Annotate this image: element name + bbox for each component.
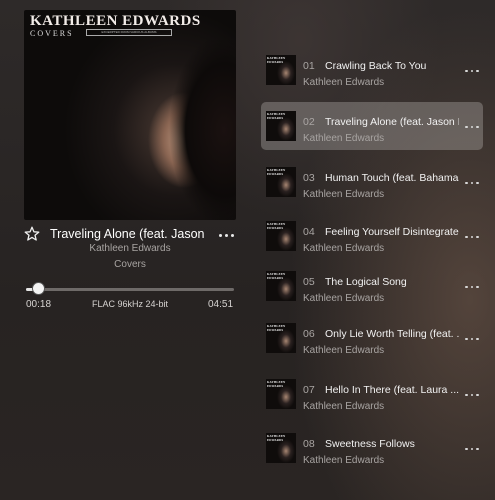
track-row[interactable]: KATHLEEN EDWARDS 04 Feeling Yourself Disin… <box>261 212 483 260</box>
track-artist: Kathleen Edwards <box>303 77 385 88</box>
track-artist: Kathleen Edwards <box>303 243 385 254</box>
artwork-artist-title: KATHLEEN EDWARDS <box>30 13 201 29</box>
track-title: Human Touch (feat. Bahamas) <box>325 172 459 184</box>
track-number: 06 <box>303 328 315 340</box>
track-artist: Kathleen Edwards <box>303 455 385 466</box>
audio-format: FLAC 96kHz 24-bit <box>91 299 169 309</box>
artwork-banner: EXCERPTED FROM VARIOUS ALBUMS <box>86 29 172 36</box>
track-thumbnail: KATHLEEN EDWARDS <box>266 167 296 197</box>
track-thumbnail: KATHLEEN EDWARDS <box>266 271 296 301</box>
track-number: 07 <box>303 384 315 396</box>
track-row[interactable]: KATHLEEN EDWARDS 06 Only Lie Worth Telling… <box>261 314 483 362</box>
track-number: 03 <box>303 172 315 184</box>
track-more-icon[interactable] <box>462 66 482 76</box>
track-title: The Logical Song <box>325 276 407 288</box>
track-thumbnail: KATHLEEN EDWARDS <box>266 379 296 409</box>
track-more-icon[interactable] <box>462 122 482 132</box>
track-title: Hello In There (feat. Laura ...) <box>325 384 459 396</box>
thumbnail-text: KATHLEEN EDWARDS <box>267 222 286 230</box>
track-thumbnail: KATHLEEN EDWARDS <box>266 55 296 85</box>
track-more-icon[interactable] <box>462 282 482 292</box>
track-thumbnail: KATHLEEN EDWARDS <box>266 111 296 141</box>
now-playing-album[interactable]: Covers <box>24 259 236 270</box>
track-more-icon[interactable] <box>462 390 482 400</box>
track-row[interactable]: KATHLEEN EDWARDS 07 Hello In There (feat. … <box>261 370 483 418</box>
now-playing-artist[interactable]: Kathleen Edwards <box>24 243 236 254</box>
track-row[interactable]: KATHLEEN EDWARDS 03 Human Touch (feat. Bah… <box>261 158 483 206</box>
now-playing-more-icon[interactable] <box>216 228 236 242</box>
track-artist: Kathleen Edwards <box>303 345 385 356</box>
artwork-subtitle: COVERS <box>30 29 74 38</box>
track-thumbnail: KATHLEEN EDWARDS <box>266 433 296 463</box>
track-number: 01 <box>303 60 315 72</box>
track-row[interactable]: KATHLEEN EDWARDS 08 Sweetness Follows Kathl… <box>261 424 483 472</box>
track-artist: Kathleen Edwards <box>303 401 385 412</box>
thumbnail-text: KATHLEEN EDWARDS <box>267 380 286 388</box>
track-number: 02 <box>303 116 315 128</box>
track-row[interactable]: KATHLEEN EDWARDS 02 Traveling Alone (feat.… <box>261 102 483 150</box>
now-playing-title: Traveling Alone (feat. Jason Isbell) <box>50 227 208 241</box>
track-title: Only Lie Worth Telling (feat. ...) <box>325 328 459 340</box>
thumbnail-text: KATHLEEN EDWARDS <box>267 112 286 120</box>
track-artist: Kathleen Edwards <box>303 293 385 304</box>
track-title: Feeling Yourself Disintegrate <box>325 226 459 238</box>
track-more-icon[interactable] <box>462 334 482 344</box>
thumbnail-text: KATHLEEN EDWARDS <box>267 56 286 64</box>
track-more-icon[interactable] <box>462 444 482 454</box>
artwork-shadow <box>154 40 236 220</box>
thumbnail-text: KATHLEEN EDWARDS <box>267 168 286 176</box>
favorite-star-icon[interactable] <box>24 226 40 242</box>
track-thumbnail: KATHLEEN EDWARDS <box>266 221 296 251</box>
track-more-icon[interactable] <box>462 178 482 188</box>
track-title: Sweetness Follows <box>325 438 415 450</box>
track-thumbnail: KATHLEEN EDWARDS <box>266 323 296 353</box>
progress-bar[interactable] <box>26 288 234 291</box>
total-time: 04:51 <box>208 299 234 310</box>
thumbnail-text: KATHLEEN EDWARDS <box>267 324 286 332</box>
album-artwork[interactable]: KATHLEEN EDWARDS COVERS EXCERPTED FROM V… <box>24 10 236 220</box>
track-more-icon[interactable] <box>462 232 482 242</box>
track-row[interactable]: KATHLEEN EDWARDS 01 Crawling Back To You Ka… <box>261 46 483 94</box>
track-title: Crawling Back To You <box>325 60 427 72</box>
track-artist: Kathleen Edwards <box>303 133 385 144</box>
track-row[interactable]: KATHLEEN EDWARDS 05 The Logical Song Kathle… <box>261 262 483 310</box>
track-number: 08 <box>303 438 315 450</box>
track-number: 04 <box>303 226 315 238</box>
track-title: Traveling Alone (feat. Jason Isbell) <box>325 116 459 128</box>
thumbnail-text: KATHLEEN EDWARDS <box>267 272 286 280</box>
thumbnail-text: KATHLEEN EDWARDS <box>267 434 286 442</box>
track-number: 05 <box>303 276 315 288</box>
track-artist: Kathleen Edwards <box>303 189 385 200</box>
